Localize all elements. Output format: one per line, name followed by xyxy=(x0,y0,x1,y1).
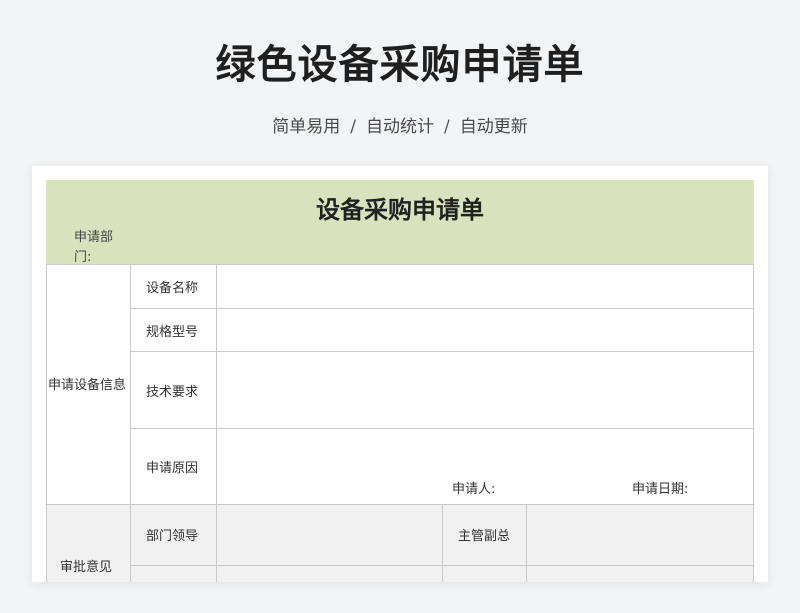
subtitle: 简单易用 / 自动统计 / 自动更新 xyxy=(0,112,800,137)
grid-line xyxy=(130,351,754,352)
subtitle-separator: / xyxy=(444,117,450,137)
row-label-spec-model: 规格型号 xyxy=(146,325,199,340)
subtitle-separator: / xyxy=(350,117,356,137)
row-label-deputy-manager: 主管副总 xyxy=(458,529,511,544)
row-label-tech-requirements: 技术要求 xyxy=(146,385,199,400)
grid-line xyxy=(216,264,217,582)
section-label-approval: 审批意见 xyxy=(60,560,113,575)
subtitle-item-auto-stats: 自动统计 xyxy=(366,117,434,137)
subtitle-item-auto-update: 自动更新 xyxy=(459,117,528,137)
page-title: 绿色设备采购申请单 xyxy=(215,42,585,88)
form-sheet: 设备采购申请单 申请部门: 申请设备信息 设备名称 规格型号 技术要求 申请原因… xyxy=(46,180,754,582)
subtitle-item-easy: 简单易用 xyxy=(272,117,341,137)
grid-line xyxy=(46,504,754,505)
row-label-reason: 申请原因 xyxy=(146,461,199,476)
grid-line xyxy=(753,264,754,582)
form-title: 设备采购申请单 xyxy=(316,195,484,224)
grid-line xyxy=(46,264,754,265)
grid-line xyxy=(442,504,443,582)
grid-line xyxy=(130,264,131,582)
dept-label: 申请部门: xyxy=(74,230,114,265)
grid-line xyxy=(526,504,527,582)
apply-date-label: 申请日期: xyxy=(632,482,689,497)
grid-line xyxy=(130,308,754,309)
row-label-dept-leader: 部门领导 xyxy=(146,529,199,544)
form-header-band: 设备采购申请单 申请部门: xyxy=(46,180,754,265)
grid-line xyxy=(46,264,47,582)
form-preview-card: 设备采购申请单 申请部门: 申请设备信息 设备名称 规格型号 技术要求 申请原因… xyxy=(32,166,768,582)
applicant-label: 申请人: xyxy=(452,482,496,497)
grid-line xyxy=(130,428,754,429)
row-label-device-name: 设备名称 xyxy=(146,281,199,296)
section-label-device-info: 申请设备信息 xyxy=(48,378,127,393)
